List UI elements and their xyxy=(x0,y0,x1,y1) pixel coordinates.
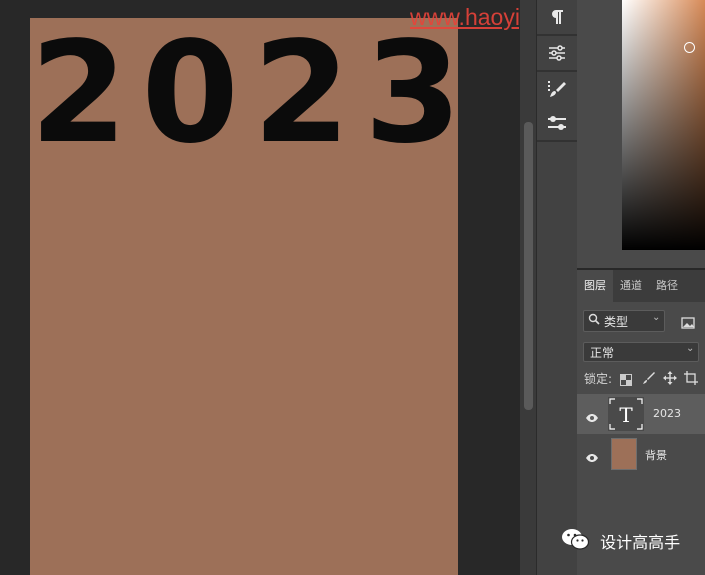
scrollbar-thumb[interactable] xyxy=(524,122,533,410)
lock-pixels-icon[interactable] xyxy=(642,370,656,389)
panel-tool-strip xyxy=(536,0,577,575)
blend-mode-select[interactable]: 正常 ⌄ xyxy=(583,342,699,362)
document-canvas[interactable]: 2023 xyxy=(30,18,462,575)
layer-row-2023[interactable]: T 2023 xyxy=(577,394,705,434)
paragraph-icon[interactable] xyxy=(537,0,577,34)
filter-label: 类型 xyxy=(604,315,629,329)
lock-label: 锁定: xyxy=(584,372,613,386)
eye-icon[interactable] xyxy=(585,408,599,427)
chevron-down-icon: ⌄ xyxy=(652,312,661,323)
chevron-down-icon: ⌄ xyxy=(686,343,695,354)
layer-filter-select[interactable]: 类型 ⌄ xyxy=(583,310,665,332)
wechat-watermark: 设计高高手 xyxy=(561,528,680,554)
tool-divider xyxy=(537,140,577,142)
background-layer-thumbnail xyxy=(611,438,637,470)
lock-artboard-icon[interactable] xyxy=(684,370,698,389)
svg-text:T: T xyxy=(619,403,633,427)
panel-tabs: 图层 通道 路径 xyxy=(577,270,705,302)
image-filter-icon[interactable] xyxy=(681,314,695,333)
blend-mode-label: 正常 xyxy=(590,346,615,360)
text-layer-thumbnail: T xyxy=(608,397,644,431)
canvas-text-2023[interactable]: 2023 xyxy=(30,24,462,164)
wechat-account-name: 设计高高手 xyxy=(600,533,681,552)
tab-layers[interactable]: 图层 xyxy=(577,270,613,302)
layer-row-background[interactable]: 背景 xyxy=(577,434,705,474)
layer-name: 背景 xyxy=(645,449,667,462)
brush-settings-icon[interactable] xyxy=(537,72,577,106)
adjustments-icon[interactable] xyxy=(537,36,577,70)
lock-position-icon[interactable] xyxy=(663,370,677,389)
lock-row: 锁定: xyxy=(584,370,612,387)
sliders-icon[interactable] xyxy=(537,106,577,140)
color-picker-cursor[interactable] xyxy=(684,42,695,53)
color-picker-field[interactable] xyxy=(622,0,705,250)
wechat-icon xyxy=(561,528,590,554)
layer-name: 2023 xyxy=(653,407,681,420)
eye-icon[interactable] xyxy=(585,448,599,467)
search-icon xyxy=(588,313,600,328)
canvas-area[interactable]: 2023 xyxy=(0,0,520,575)
tab-channels[interactable]: 通道 xyxy=(613,270,649,302)
tab-paths[interactable]: 路径 xyxy=(649,270,685,302)
lock-transparency-icon[interactable] xyxy=(620,371,632,390)
